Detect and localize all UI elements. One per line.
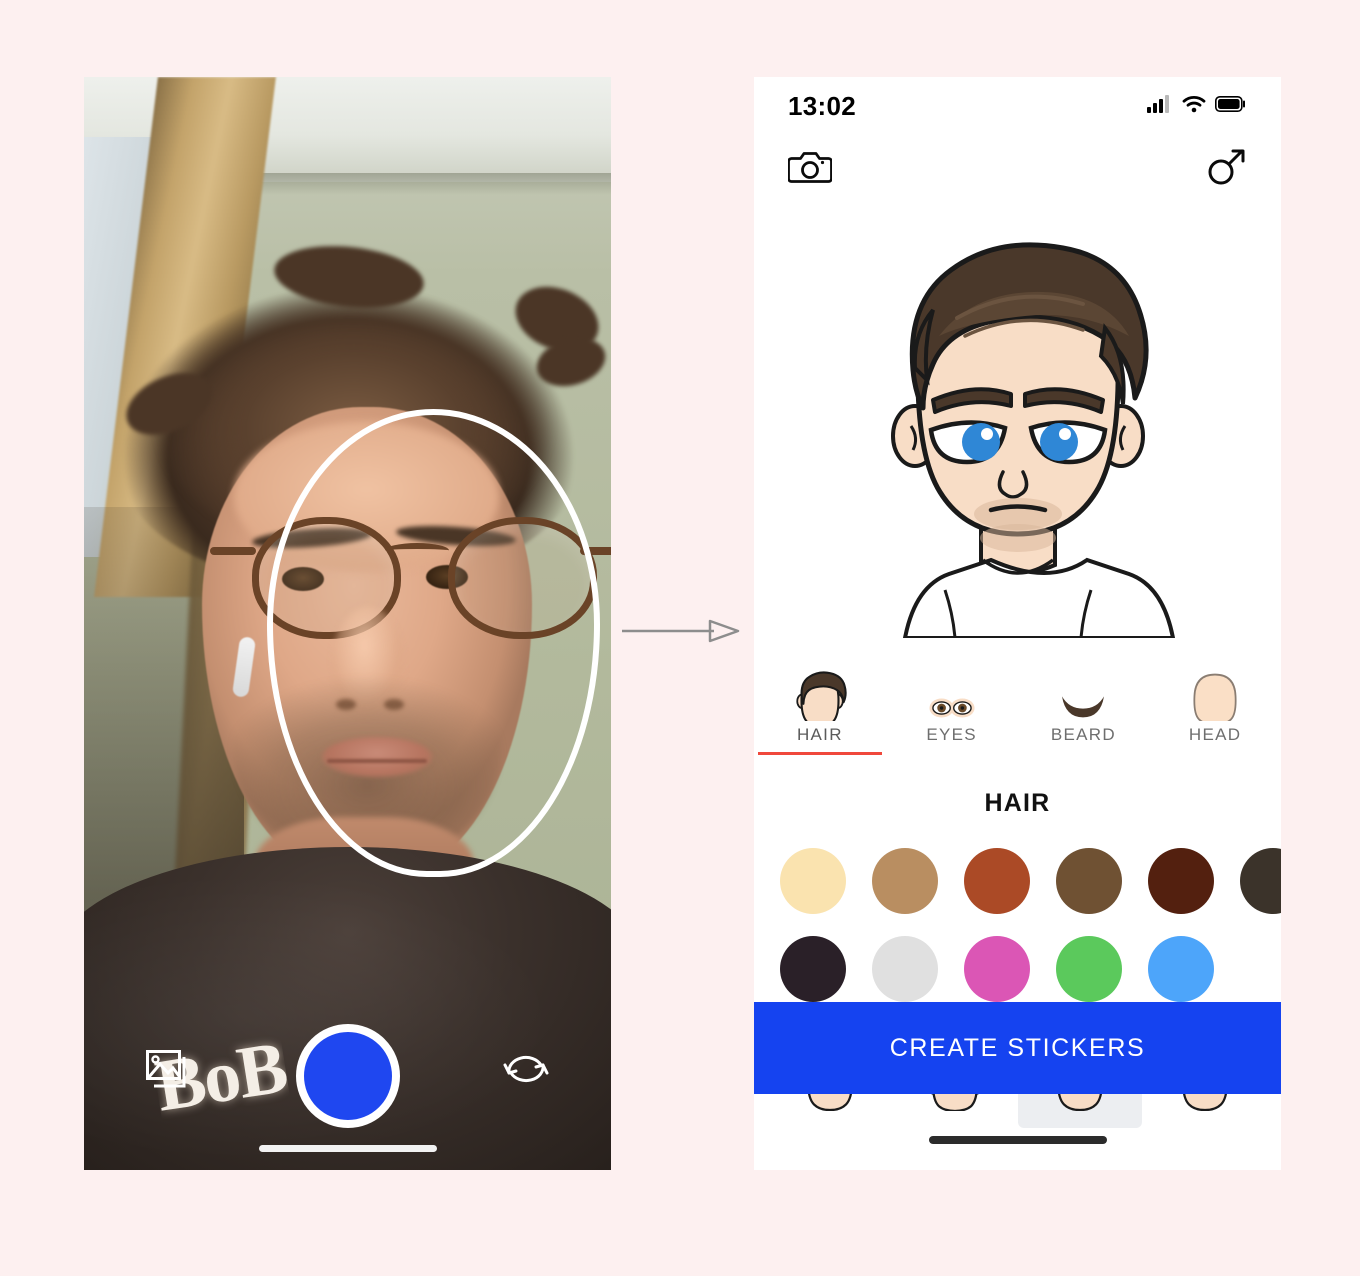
- avatar-illustration: [890, 242, 1175, 638]
- male-gender-icon[interactable]: [1205, 146, 1247, 193]
- gallery-icon[interactable]: [146, 1050, 190, 1092]
- color-swatch[interactable]: [964, 936, 1030, 1002]
- beard-tab-icon: [1055, 669, 1111, 721]
- color-swatch[interactable]: [1056, 848, 1122, 914]
- home-indicator[interactable]: [928, 1136, 1107, 1144]
- tab-label: EYES: [926, 725, 977, 744]
- battery-full-icon: [1215, 95, 1247, 117]
- color-swatch[interactable]: [1148, 936, 1214, 1002]
- home-indicator[interactable]: [258, 1145, 437, 1152]
- tab-label: BEARD: [1050, 725, 1116, 744]
- status-time: 13:02: [788, 90, 856, 121]
- panel-title: HAIR: [984, 789, 1051, 817]
- hair-tab-icon: [792, 669, 848, 721]
- face-oval-guide: [267, 409, 600, 877]
- color-swatch-row-1: [754, 848, 1281, 914]
- eyes-tab-icon: [924, 669, 980, 721]
- flip-camera-icon[interactable]: [501, 1046, 551, 1092]
- tab-hair[interactable]: HAIR: [754, 655, 886, 756]
- eyeglass-temple-left: [210, 547, 256, 555]
- selfie-camera-screen: BoB: [84, 77, 611, 1170]
- avatar-preview: [754, 203, 1281, 653]
- color-swatch[interactable]: [1240, 848, 1281, 914]
- camera-icon[interactable]: [787, 149, 833, 190]
- color-swatch[interactable]: [872, 936, 938, 1002]
- signal-bars-icon: [1147, 94, 1173, 118]
- shutter-button[interactable]: [295, 1024, 400, 1128]
- status-indicators: [1147, 94, 1247, 118]
- avatar-editor-screen: 13:02 HAIR EYES BEARD HEAD HAIR CREATE S…: [754, 77, 1281, 1170]
- color-swatch[interactable]: [964, 848, 1030, 914]
- head-tab-icon: [1190, 669, 1240, 721]
- tab-beard[interactable]: BEARD: [1018, 655, 1150, 755]
- color-swatch[interactable]: [1056, 936, 1122, 1002]
- color-swatch[interactable]: [1148, 848, 1214, 914]
- flow-arrow-icon: [622, 617, 740, 645]
- color-swatch[interactable]: [872, 848, 938, 914]
- tab-head[interactable]: HEAD: [1149, 655, 1281, 755]
- create-stickers-label: CREATE STICKERS: [889, 1033, 1146, 1062]
- create-stickers-button[interactable]: CREATE STICKERS: [754, 1002, 1281, 1094]
- status-bar: 13:02: [754, 77, 1281, 135]
- color-swatch[interactable]: [780, 848, 846, 914]
- editor-top-bar: [754, 135, 1281, 203]
- color-swatch[interactable]: [780, 936, 846, 1002]
- tab-eyes[interactable]: EYES: [886, 655, 1018, 755]
- wifi-icon: [1182, 95, 1206, 118]
- category-tab-bar: HAIR EYES BEARD HEAD: [754, 655, 1281, 756]
- tab-label: HAIR: [796, 725, 843, 744]
- tab-label: HEAD: [1188, 725, 1242, 744]
- color-swatch-row-2: [754, 936, 1281, 1002]
- camera-controls: [84, 1010, 611, 1170]
